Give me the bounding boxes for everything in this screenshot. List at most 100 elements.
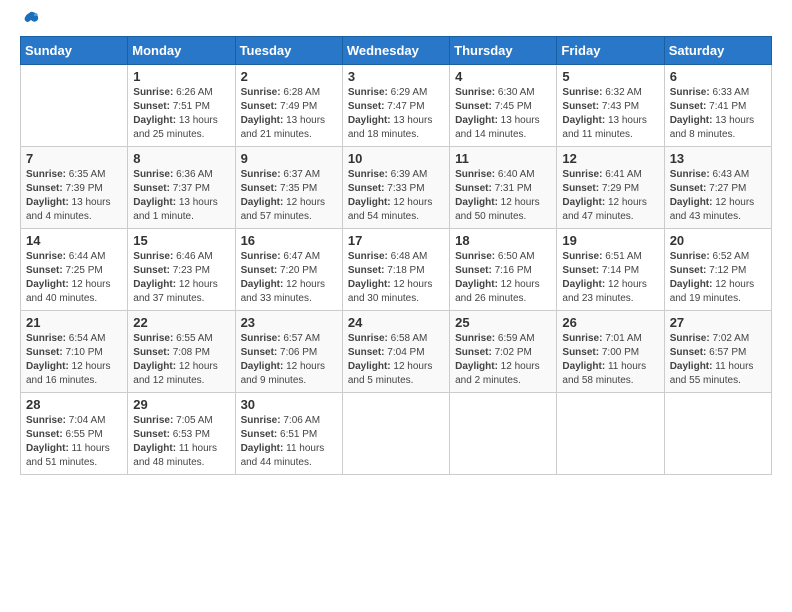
- day-number: 10: [348, 151, 444, 166]
- calendar-cell: 28 Sunrise: 7:04 AMSunset: 6:55 PMDayligh…: [21, 393, 128, 475]
- calendar-table: Sunday Monday Tuesday Wednesday Thursday…: [20, 36, 772, 475]
- day-number: 3: [348, 69, 444, 84]
- calendar-cell: 3 Sunrise: 6:29 AMSunset: 7:47 PMDaylight…: [342, 65, 449, 147]
- day-number: 17: [348, 233, 444, 248]
- calendar-header-row: Sunday Monday Tuesday Wednesday Thursday…: [21, 37, 772, 65]
- day-number: 19: [562, 233, 658, 248]
- day-number: 25: [455, 315, 551, 330]
- day-info: Sunrise: 6:33 AMSunset: 7:41 PMDaylight:…: [670, 86, 766, 142]
- header-saturday: Saturday: [664, 37, 771, 65]
- header-sunday: Sunday: [21, 37, 128, 65]
- day-info: Sunrise: 6:44 AMSunset: 7:25 PMDaylight:…: [26, 250, 122, 306]
- header: [20, 18, 772, 28]
- day-info: Sunrise: 6:36 AMSunset: 7:37 PMDaylight:…: [133, 168, 229, 224]
- calendar-cell: 7 Sunrise: 6:35 AMSunset: 7:39 PMDaylight…: [21, 147, 128, 229]
- day-info: Sunrise: 6:30 AMSunset: 7:45 PMDaylight:…: [455, 86, 551, 142]
- header-wednesday: Wednesday: [342, 37, 449, 65]
- calendar-cell: 4 Sunrise: 6:30 AMSunset: 7:45 PMDaylight…: [450, 65, 557, 147]
- calendar-cell: 24Sunrise: 6:58 AMSunset: 7:04 PMDayligh…: [342, 311, 449, 393]
- day-info: Sunrise: 6:54 AMSunset: 7:10 PMDaylight:…: [26, 332, 122, 388]
- day-info: Sunrise: 6:29 AMSunset: 7:47 PMDaylight:…: [348, 86, 444, 142]
- calendar-cell: 27 Sunrise: 7:02 AMSunset: 6:57 PMDayligh…: [664, 311, 771, 393]
- day-info: Sunrise: 7:02 AMSunset: 6:57 PMDaylight:…: [670, 332, 766, 388]
- calendar-cell: 21 Sunrise: 6:54 AMSunset: 7:10 PMDayligh…: [21, 311, 128, 393]
- day-info: Sunrise: 6:43 AMSunset: 7:27 PMDaylight:…: [670, 168, 766, 224]
- calendar-cell: 12 Sunrise: 6:41 AMSunset: 7:29 PMDayligh…: [557, 147, 664, 229]
- day-number: 1: [133, 69, 229, 84]
- calendar-cell: 29 Sunrise: 7:05 AMSunset: 6:53 PMDayligh…: [128, 393, 235, 475]
- day-info: Sunrise: 7:04 AMSunset: 6:55 PMDaylight:…: [26, 414, 122, 470]
- day-info: Sunrise: 6:26 AMSunset: 7:51 PMDaylight:…: [133, 86, 229, 142]
- day-info: Sunrise: 6:51 AMSunset: 7:14 PMDaylight:…: [562, 250, 658, 306]
- day-number: 9: [241, 151, 337, 166]
- logo: [20, 18, 40, 28]
- day-number: 7: [26, 151, 122, 166]
- calendar-cell: [450, 393, 557, 475]
- day-number: 21: [26, 315, 122, 330]
- day-info: Sunrise: 6:52 AMSunset: 7:12 PMDaylight:…: [670, 250, 766, 306]
- day-number: 23: [241, 315, 337, 330]
- calendar-week-row: 1 Sunrise: 6:26 AMSunset: 7:51 PMDaylight…: [21, 65, 772, 147]
- day-info: Sunrise: 6:47 AMSunset: 7:20 PMDaylight:…: [241, 250, 337, 306]
- calendar-cell: 15 Sunrise: 6:46 AMSunset: 7:23 PMDayligh…: [128, 229, 235, 311]
- calendar-cell: 22Sunrise: 6:55 AMSunset: 7:08 PMDayligh…: [128, 311, 235, 393]
- day-info: Sunrise: 6:39 AMSunset: 7:33 PMDaylight:…: [348, 168, 444, 224]
- day-number: 12: [562, 151, 658, 166]
- day-info: Sunrise: 7:05 AMSunset: 6:53 PMDaylight:…: [133, 414, 229, 470]
- day-info: Sunrise: 6:46 AMSunset: 7:23 PMDaylight:…: [133, 250, 229, 306]
- header-thursday: Thursday: [450, 37, 557, 65]
- day-number: 2: [241, 69, 337, 84]
- day-info: Sunrise: 6:59 AMSunset: 7:02 PMDaylight:…: [455, 332, 551, 388]
- calendar-cell: [557, 393, 664, 475]
- calendar-cell: 26Sunrise: 7:01 AMSunset: 7:00 PMDayligh…: [557, 311, 664, 393]
- day-number: 27: [670, 315, 766, 330]
- header-friday: Friday: [557, 37, 664, 65]
- calendar-cell: 13Sunrise: 6:43 AMSunset: 7:27 PMDayligh…: [664, 147, 771, 229]
- day-number: 4: [455, 69, 551, 84]
- calendar-week-row: 28 Sunrise: 7:04 AMSunset: 6:55 PMDayligh…: [21, 393, 772, 475]
- calendar-cell: 25 Sunrise: 6:59 AMSunset: 7:02 PMDayligh…: [450, 311, 557, 393]
- day-info: Sunrise: 6:48 AMSunset: 7:18 PMDaylight:…: [348, 250, 444, 306]
- day-number: 30: [241, 397, 337, 412]
- day-number: 29: [133, 397, 229, 412]
- header-tuesday: Tuesday: [235, 37, 342, 65]
- day-info: Sunrise: 6:50 AMSunset: 7:16 PMDaylight:…: [455, 250, 551, 306]
- calendar-cell: 17 Sunrise: 6:48 AMSunset: 7:18 PMDayligh…: [342, 229, 449, 311]
- day-info: Sunrise: 6:35 AMSunset: 7:39 PMDaylight:…: [26, 168, 122, 224]
- day-info: Sunrise: 6:28 AMSunset: 7:49 PMDaylight:…: [241, 86, 337, 142]
- day-info: Sunrise: 7:06 AMSunset: 6:51 PMDaylight:…: [241, 414, 337, 470]
- calendar-cell: 5Sunrise: 6:32 AMSunset: 7:43 PMDaylight…: [557, 65, 664, 147]
- day-number: 8: [133, 151, 229, 166]
- day-number: 26: [562, 315, 658, 330]
- header-monday: Monday: [128, 37, 235, 65]
- calendar-cell: 11 Sunrise: 6:40 AMSunset: 7:31 PMDayligh…: [450, 147, 557, 229]
- day-number: 11: [455, 151, 551, 166]
- calendar-cell: [342, 393, 449, 475]
- calendar-week-row: 14 Sunrise: 6:44 AMSunset: 7:25 PMDayligh…: [21, 229, 772, 311]
- day-number: 14: [26, 233, 122, 248]
- day-number: 24: [348, 315, 444, 330]
- day-info: Sunrise: 6:32 AMSunset: 7:43 PMDaylight:…: [562, 86, 658, 142]
- calendar-cell: 20 Sunrise: 6:52 AMSunset: 7:12 PMDayligh…: [664, 229, 771, 311]
- calendar-cell: 30 Sunrise: 7:06 AMSunset: 6:51 PMDayligh…: [235, 393, 342, 475]
- day-number: 20: [670, 233, 766, 248]
- day-info: Sunrise: 6:41 AMSunset: 7:29 PMDaylight:…: [562, 168, 658, 224]
- day-info: Sunrise: 6:57 AMSunset: 7:06 PMDaylight:…: [241, 332, 337, 388]
- calendar-cell: 9Sunrise: 6:37 AMSunset: 7:35 PMDaylight…: [235, 147, 342, 229]
- calendar-cell: 19 Sunrise: 6:51 AMSunset: 7:14 PMDayligh…: [557, 229, 664, 311]
- day-number: 6: [670, 69, 766, 84]
- calendar-week-row: 7 Sunrise: 6:35 AMSunset: 7:39 PMDaylight…: [21, 147, 772, 229]
- calendar-cell: [21, 65, 128, 147]
- day-number: 15: [133, 233, 229, 248]
- day-number: 28: [26, 397, 122, 412]
- page: Sunday Monday Tuesday Wednesday Thursday…: [0, 0, 792, 612]
- calendar-cell: [664, 393, 771, 475]
- calendar-cell: 1 Sunrise: 6:26 AMSunset: 7:51 PMDaylight…: [128, 65, 235, 147]
- day-info: Sunrise: 6:40 AMSunset: 7:31 PMDaylight:…: [455, 168, 551, 224]
- calendar-cell: 14 Sunrise: 6:44 AMSunset: 7:25 PMDayligh…: [21, 229, 128, 311]
- day-number: 22: [133, 315, 229, 330]
- calendar-cell: 6 Sunrise: 6:33 AMSunset: 7:41 PMDaylight…: [664, 65, 771, 147]
- calendar-cell: 8 Sunrise: 6:36 AMSunset: 7:37 PMDaylight…: [128, 147, 235, 229]
- day-number: 18: [455, 233, 551, 248]
- calendar-cell: 10 Sunrise: 6:39 AMSunset: 7:33 PMDayligh…: [342, 147, 449, 229]
